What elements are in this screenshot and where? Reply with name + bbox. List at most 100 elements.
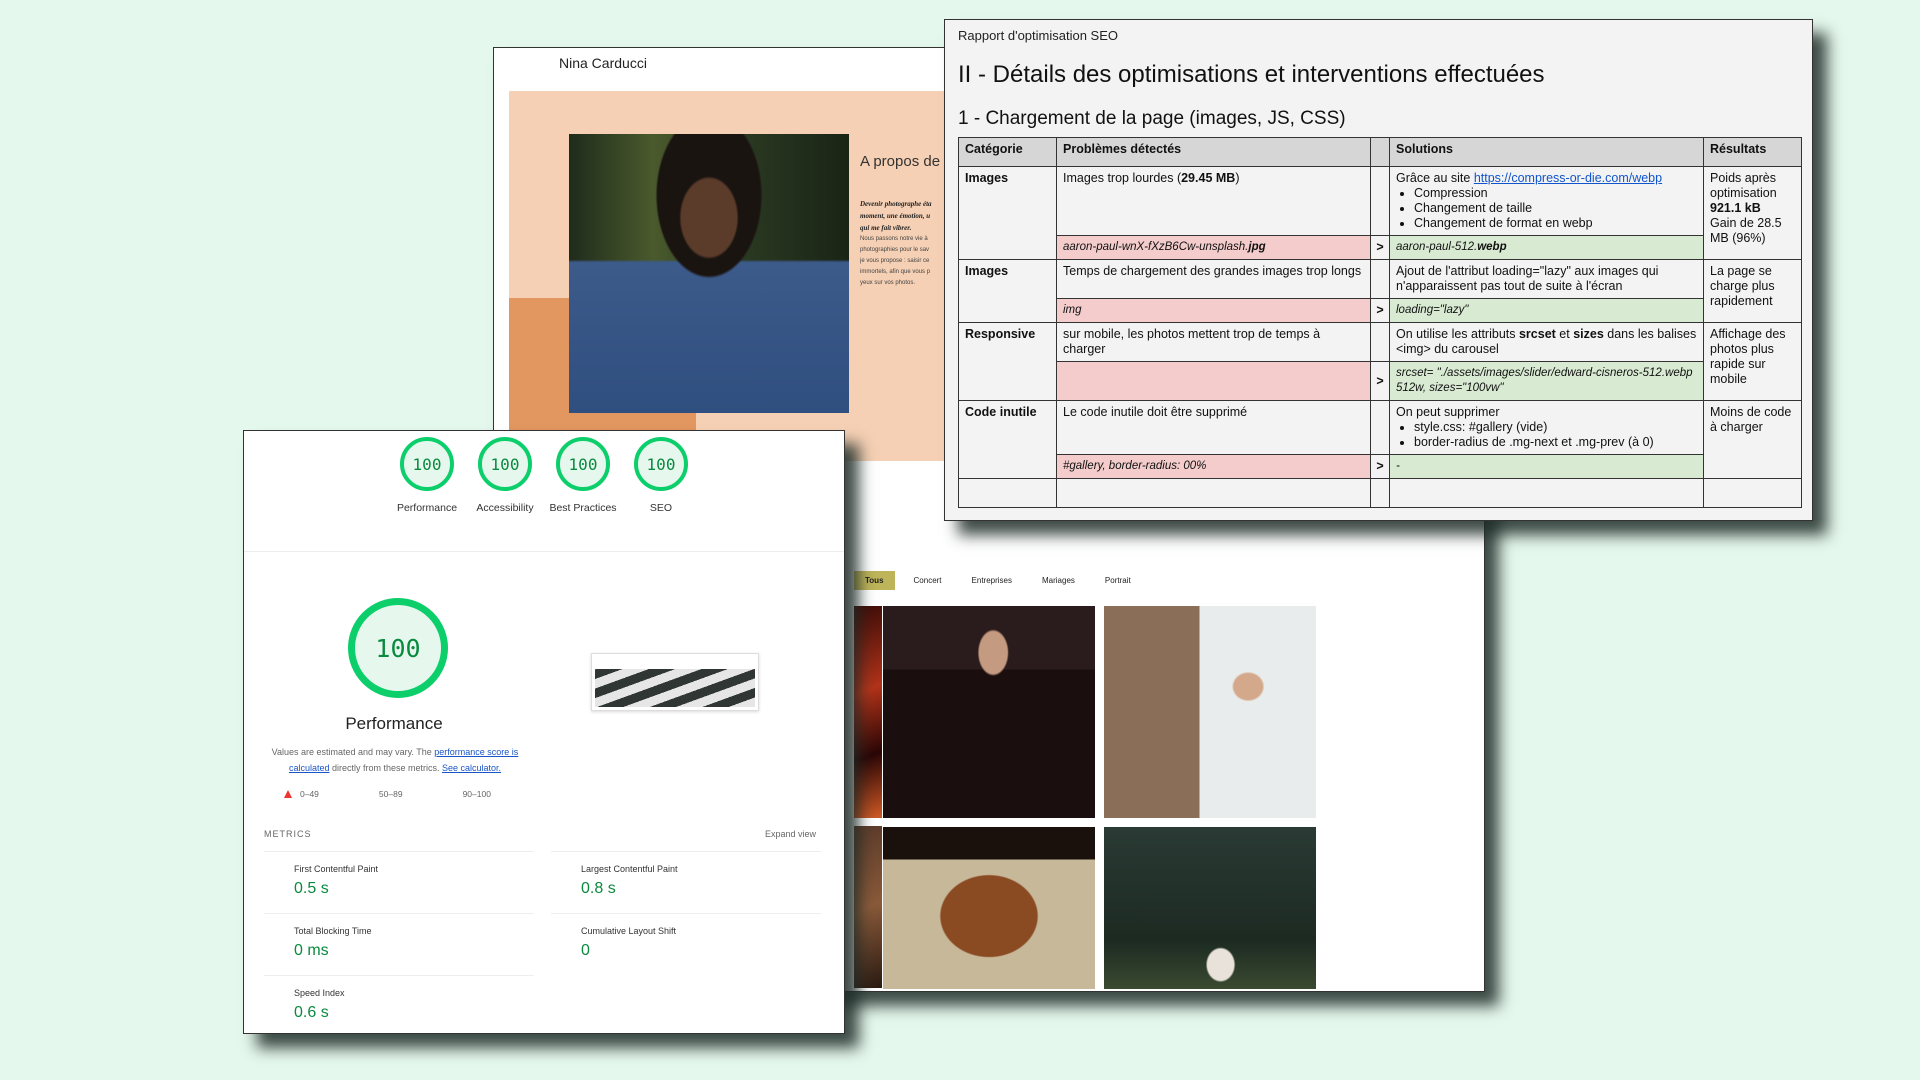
text: 29.45 MB xyxy=(1181,171,1236,185)
subsection-heading: 1 - Chargement de la page (images, JS, C… xyxy=(958,108,1346,129)
about-body-text: Nous passons notre vie à photographies p… xyxy=(860,234,950,289)
legend-pass: 90–100 xyxy=(463,789,491,799)
score-legend: 0–49 50–89 90–100 xyxy=(284,789,491,799)
metric-title: Speed Index xyxy=(294,988,345,998)
score-ring: 100 xyxy=(556,437,610,491)
filter-portrait[interactable]: Portrait xyxy=(1094,571,1142,590)
legend-average: 50–89 xyxy=(379,789,403,799)
gauge-performance[interactable]: 100 Performance xyxy=(397,437,457,551)
portrait-photo xyxy=(569,134,849,413)
category-cell: Images xyxy=(958,259,1057,323)
score-ring: 100 xyxy=(400,437,454,491)
score-gauges: 100 Performance 100 Accessibility 100 Be… xyxy=(244,431,844,552)
text: Gain de 28.5 MB (96%) xyxy=(1710,216,1782,245)
list-item: Compression xyxy=(1414,186,1697,201)
text: 921.1 kB xyxy=(1710,201,1761,215)
arrow-cell: > xyxy=(1370,454,1390,479)
empty-cell xyxy=(1056,478,1371,508)
filter-tous[interactable]: Tous xyxy=(854,571,895,590)
table-row: Images Images trop lourdes (29.45 MB) Gr… xyxy=(958,166,1802,260)
solution-cell: Ajout de l'attribut loading="lazy" aux i… xyxy=(1389,259,1704,299)
gauge-accessibility[interactable]: 100 Accessibility xyxy=(476,437,534,551)
table-row: Images Temps de chargement des grandes i… xyxy=(958,259,1802,323)
compress-or-die-link[interactable]: https://compress-or-die.com/webp xyxy=(1474,171,1662,185)
result-cell: La page se charge plus rapidement xyxy=(1703,259,1802,323)
spacer-cell xyxy=(1370,400,1390,455)
about-body-line: immortels, afin que vous p xyxy=(860,269,931,275)
category-cell: Responsive xyxy=(958,322,1057,401)
about-body-line: Nous passons notre vie à xyxy=(860,236,928,242)
gauge-label: Performance xyxy=(396,502,458,514)
metric-value: 0 ms xyxy=(294,942,329,959)
list-item: border-radius de .mg-next et .mg-prev (à… xyxy=(1414,435,1697,450)
note-text: Values are estimated and may vary. The xyxy=(271,747,435,757)
problem-cell: sur mobile, les photos mettent trop de t… xyxy=(1056,322,1371,362)
about-body-line: photographies pour le sav xyxy=(860,247,930,253)
filter-concert[interactable]: Concert xyxy=(903,571,953,590)
table-row: Code inutile Le code inutile doit être s… xyxy=(958,400,1802,479)
spacer-cell xyxy=(1370,322,1390,362)
performance-score-gauge: 100 xyxy=(348,598,448,698)
text: srcset xyxy=(1518,327,1556,341)
table-row: aaron-paul-wnX-fXzB6Cw-unsplash.jpg > aa… xyxy=(959,235,1802,260)
empty-cell xyxy=(1703,478,1802,508)
text: On peut supprimer xyxy=(1396,405,1500,419)
metric-speed-index: Speed Index 0.6 s xyxy=(264,975,534,1038)
metric-value: 0.8 s xyxy=(581,880,616,897)
before-cell: img xyxy=(1056,298,1371,323)
text: ) xyxy=(1235,171,1240,185)
table-row: #gallery, border-radius: 00% > - xyxy=(959,454,1802,479)
score-note: Values are estimated and may vary. The p… xyxy=(266,744,524,776)
filter-mariages[interactable]: Mariages xyxy=(1031,571,1086,590)
category-cell: Code inutile xyxy=(958,400,1057,479)
col-header: Résultats xyxy=(1703,137,1802,167)
text: Poids après optimisation xyxy=(1710,171,1777,200)
after-cell: aaron-paul-512.webp xyxy=(1389,235,1704,260)
about-lead-text: Devenir photographe éta moment, une émot… xyxy=(860,198,950,234)
site-brand[interactable]: Nina Carducci xyxy=(559,55,647,71)
category-cell: Images xyxy=(958,166,1057,260)
text: sizes xyxy=(1573,327,1604,341)
gallery-photo-partial[interactable] xyxy=(854,826,882,988)
metric-fcp: First Contentful Paint 0.5 s xyxy=(264,851,534,914)
text: aaron-paul-512. xyxy=(1396,241,1478,253)
table-row xyxy=(958,478,1802,508)
empty-cell xyxy=(1389,478,1704,508)
filter-entreprises[interactable]: Entreprises xyxy=(961,571,1023,590)
col-header: Problèmes détectés xyxy=(1056,137,1371,167)
metric-title: Largest Contentful Paint xyxy=(581,864,678,874)
text: et xyxy=(1555,327,1574,341)
list-item: style.css: #gallery (vide) xyxy=(1414,420,1697,435)
see-calculator-link[interactable]: See calculator. xyxy=(442,763,501,773)
gauge-best-practices[interactable]: 100 Best Practices xyxy=(549,437,617,551)
note-text: directly from these metrics. xyxy=(329,763,442,773)
legend-range: 50–89 xyxy=(378,789,403,799)
score-ring: 100 xyxy=(634,437,688,491)
seo-report-document: Rapport d'optimisation SEO II - Détails … xyxy=(944,19,1813,521)
gallery-photo-wedding[interactable] xyxy=(1104,827,1316,989)
expand-view-toggle[interactable]: Expand view xyxy=(765,829,816,839)
gauge-label: SEO xyxy=(649,502,673,514)
solution-cell: Grâce au site https://compress-or-die.co… xyxy=(1389,166,1704,236)
gauge-label: Best Practices xyxy=(549,502,617,514)
gallery-photo-office[interactable] xyxy=(1104,606,1316,818)
table-row: > srcset= "./assets/images/slider/edward… xyxy=(959,361,1802,401)
solution-list: style.css: #gallery (vide) border-radius… xyxy=(1396,420,1697,450)
gallery-photo-concert[interactable] xyxy=(854,606,882,818)
about-lead-line: qui me fait vibrer. xyxy=(860,224,912,232)
lighthouse-report-window: 100 Performance 100 Accessibility 100 Be… xyxy=(243,430,845,1034)
gauge-seo[interactable]: 100 SEO xyxy=(634,437,688,551)
arrow-cell: > xyxy=(1370,361,1390,401)
problem-cell: Temps de chargement des grandes images t… xyxy=(1056,259,1371,299)
text: jpg xyxy=(1248,241,1266,253)
gallery-photo-businessman[interactable] xyxy=(883,606,1095,818)
gallery-photo-portrait[interactable] xyxy=(883,827,1095,989)
about-body-line: je vous propose : saisir ce xyxy=(860,258,930,264)
score-ring: 100 xyxy=(478,437,532,491)
table-header-row: Catégorie Problèmes détectés Solutions R… xyxy=(958,137,1802,167)
document-header: Rapport d'optimisation SEO xyxy=(958,28,1119,43)
arrow-cell: > xyxy=(1370,235,1390,260)
empty-cell xyxy=(958,478,1057,508)
solution-cell: On utilise les attributs srcset et sizes… xyxy=(1389,322,1704,362)
before-cell: aaron-paul-wnX-fXzB6Cw-unsplash.jpg xyxy=(1056,235,1371,260)
